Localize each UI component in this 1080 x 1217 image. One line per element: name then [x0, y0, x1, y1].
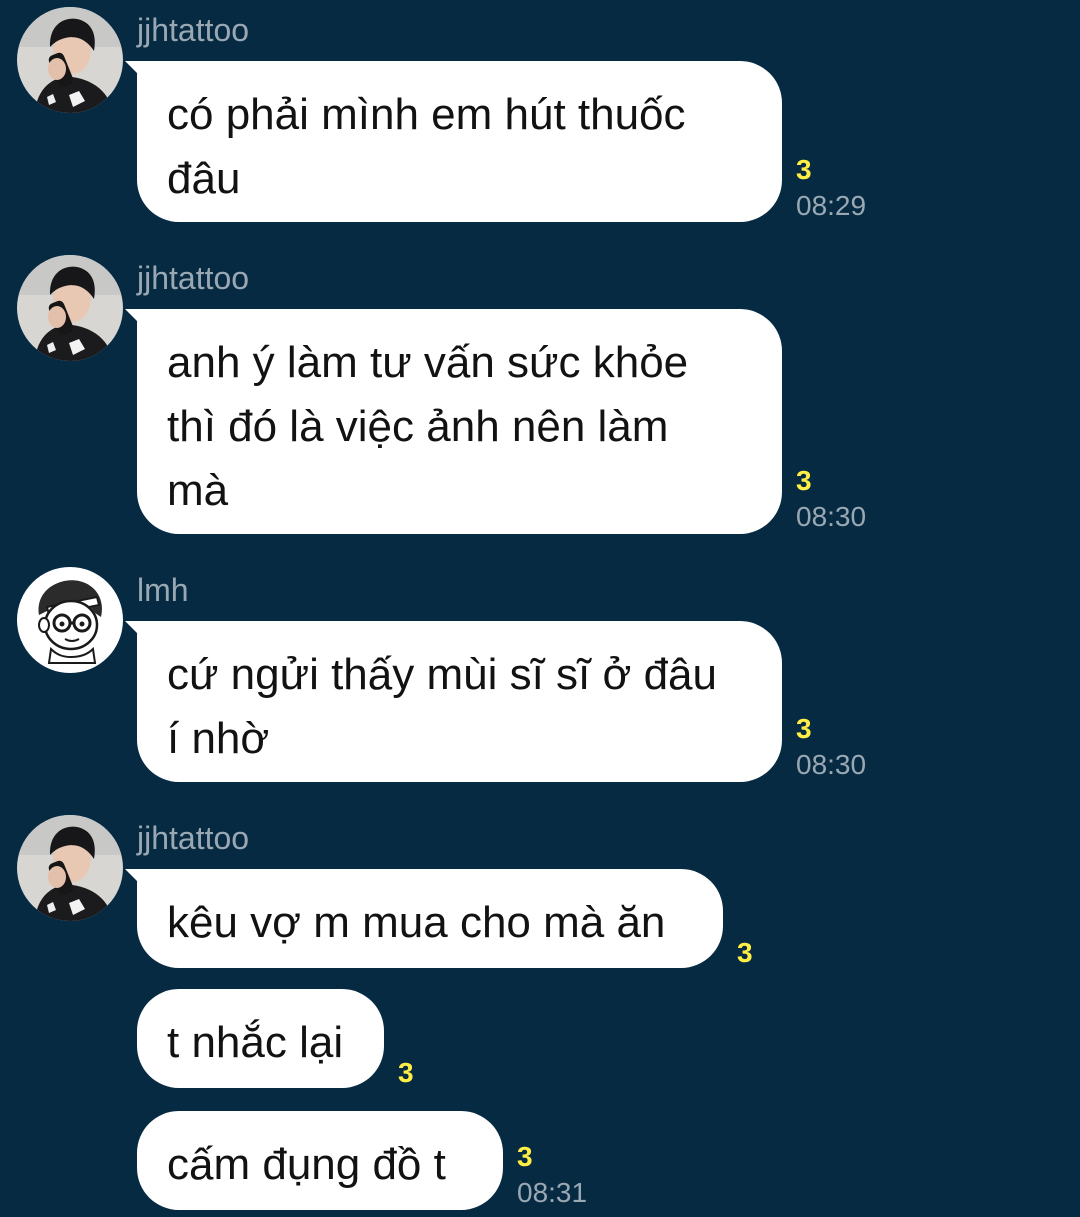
avatar-jjhtattoo[interactable]	[17, 255, 123, 361]
read-count: 3	[398, 1057, 414, 1088]
read-count: 3	[796, 154, 812, 185]
read-count: 3	[737, 937, 753, 968]
message-bubble[interactable]: t nhắc lại	[137, 989, 384, 1088]
avatar-jjhtattoo[interactable]	[17, 815, 123, 921]
sender-name: lmh	[137, 572, 189, 608]
message-bubble[interactable]: cứ ngửi thấy mùi sĩ sĩ ở đâu í nhờ	[137, 621, 782, 782]
message-meta: 3 08:30	[796, 463, 866, 535]
read-count: 3	[796, 465, 812, 496]
message-text: cấm đụng đồ t	[167, 1140, 446, 1189]
message-text: kêu vợ m mua cho mà ăn	[167, 898, 666, 947]
message-bubble[interactable]: anh ý làm tư vấn sức khỏe thì đó là việc…	[137, 309, 782, 534]
sender-name: jjhtattoo	[137, 260, 250, 296]
message-time: 08:30	[796, 749, 867, 780]
chat-view: jjhtattoo có phải mình em hút thuốc đâu …	[0, 0, 1080, 1217]
avatar-jjhtattoo[interactable]	[17, 7, 123, 113]
read-count: 3	[517, 1141, 533, 1172]
message-time: 08:31	[517, 1177, 588, 1208]
message-text: anh ý làm tư vấn sức khỏe thì đó là việc…	[167, 338, 689, 515]
message-text: t nhắc lại	[167, 1018, 344, 1067]
message-time: 08:29	[796, 190, 867, 221]
sender-name: jjhtattoo	[137, 820, 250, 856]
read-count: 3	[796, 713, 812, 744]
avatar-lmh[interactable]	[17, 567, 123, 673]
message-text: có phải mình em hút thuốc đâu	[167, 90, 686, 203]
message-bubble[interactable]: cấm đụng đồ t	[137, 1111, 503, 1210]
message-text: cứ ngửi thấy mùi sĩ sĩ ở đâu í nhờ	[167, 650, 717, 763]
sender-name: jjhtattoo	[137, 12, 250, 48]
message-meta: 3	[737, 935, 753, 971]
message-meta: 3	[398, 1055, 414, 1091]
message-bubble[interactable]: có phải mình em hút thuốc đâu	[137, 61, 782, 222]
message-meta: 3 08:31	[517, 1139, 587, 1211]
message-time: 08:30	[796, 501, 867, 532]
message-meta: 3 08:30	[796, 711, 866, 783]
message-meta: 3 08:29	[796, 152, 866, 224]
message-bubble[interactable]: kêu vợ m mua cho mà ăn	[137, 869, 723, 968]
